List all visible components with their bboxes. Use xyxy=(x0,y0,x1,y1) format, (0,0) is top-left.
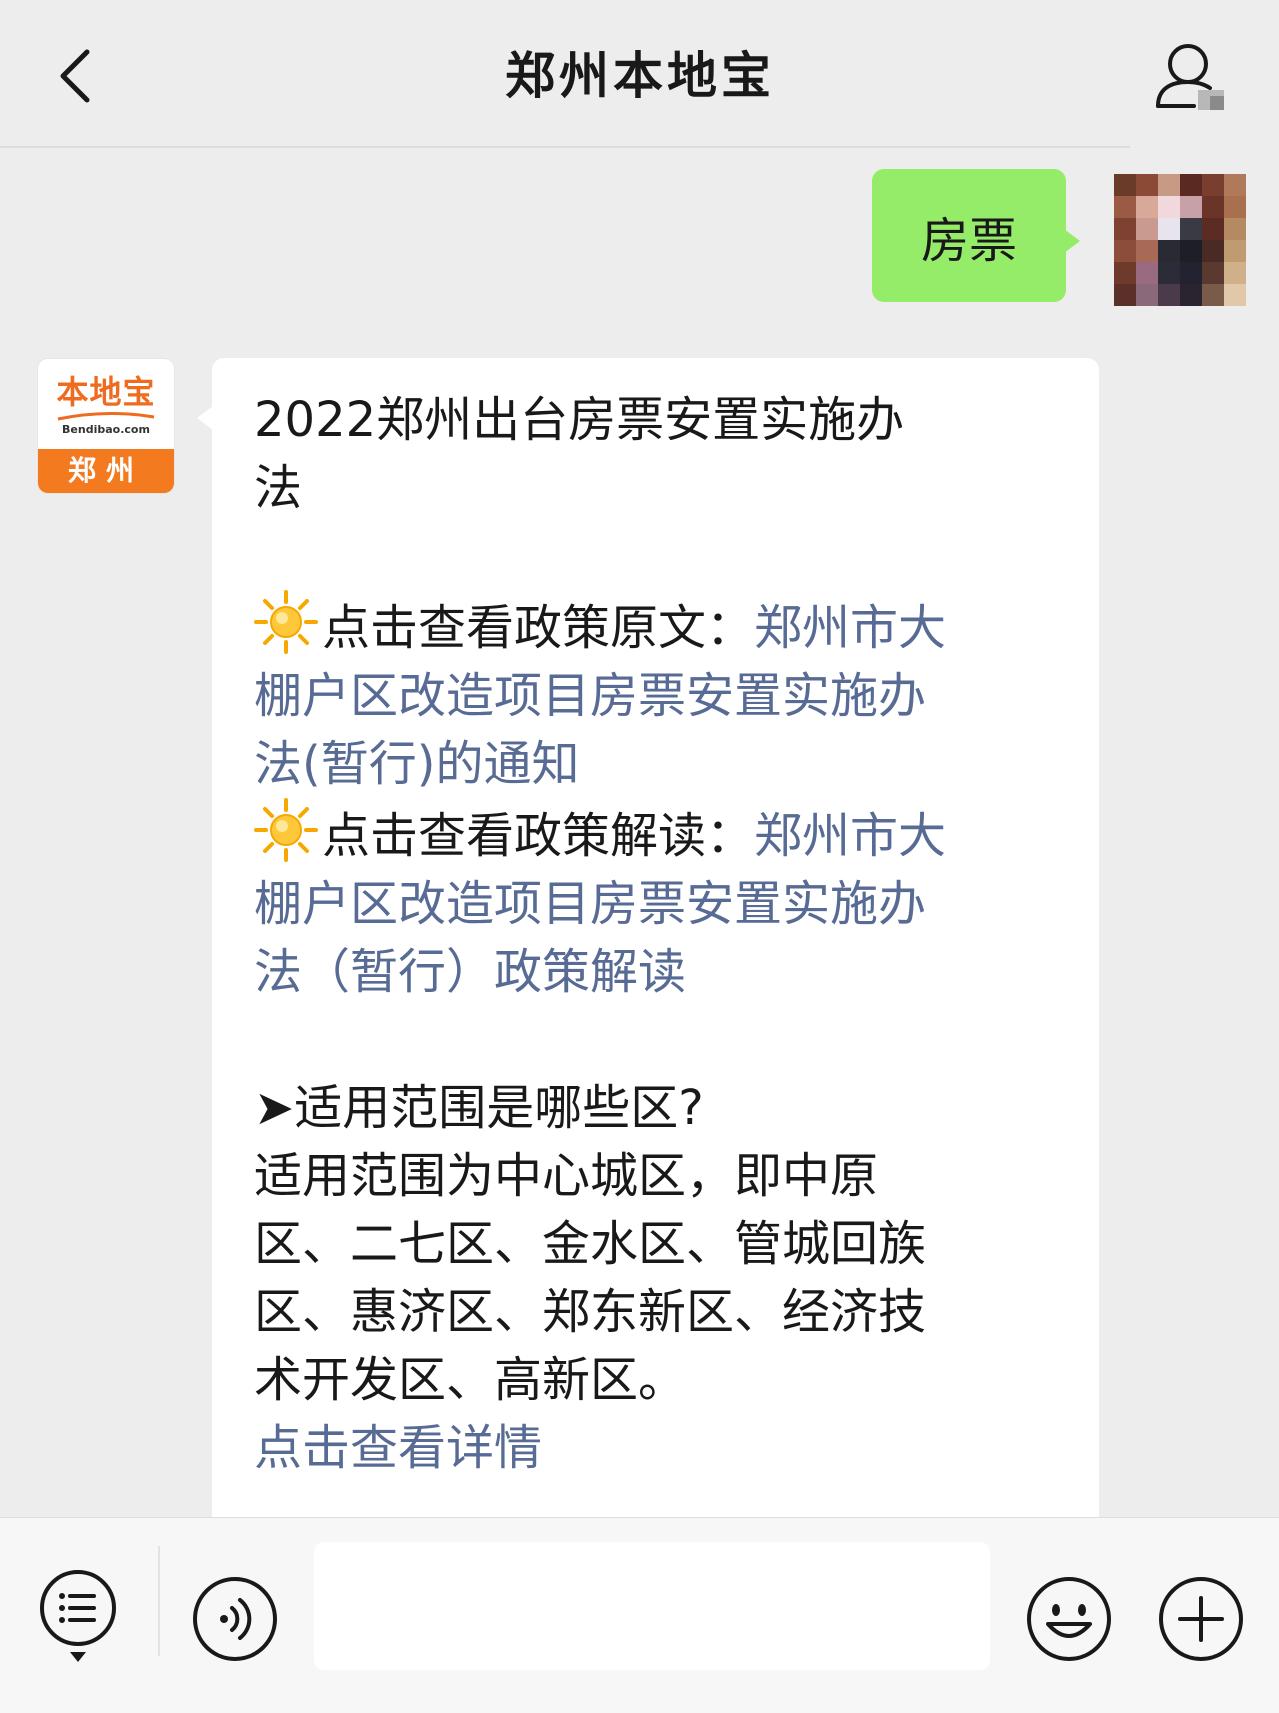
policy-interpretation-link[interactable]: 棚户区改造项目房票安置实施办 xyxy=(254,870,1066,938)
plus-icon xyxy=(1159,1577,1243,1661)
sun-icon xyxy=(254,798,318,862)
chevron-left-icon xyxy=(60,49,90,103)
policy-interpretation-link[interactable]: 郑州市大 xyxy=(754,808,946,864)
page-title: 郑州本地宝 xyxy=(505,47,775,105)
voice-button[interactable] xyxy=(190,1574,280,1664)
back-button[interactable] xyxy=(40,36,110,116)
policy-original-link[interactable]: 郑州市大 xyxy=(754,600,946,656)
scope-answer-line: 区、二七区、金水区、管城回族 xyxy=(254,1216,927,1272)
plus-button[interactable] xyxy=(1156,1574,1246,1664)
sun-icon xyxy=(254,590,318,654)
bot-avatar-domain: Bendibao.com xyxy=(62,423,150,436)
menu-list-icon xyxy=(40,1570,116,1662)
policy-interpretation-prefix: 点击查看政策解读： xyxy=(322,808,755,864)
person-icon xyxy=(1156,44,1224,110)
message-title-line: 2022郑州出台房票安置实施办 xyxy=(254,392,905,448)
scope-answer-line: 区、惠济区、郑东新区、经济技 xyxy=(254,1284,927,1340)
sent-message-text: 房票 xyxy=(920,212,1017,269)
chat-header: 郑州本地宝 xyxy=(0,0,1279,146)
policy-original-line: 点击查看政策原文：郑州市大 xyxy=(254,590,1066,662)
scope-answer-line: 适用范围为中心城区，即中原 xyxy=(254,1148,879,1204)
smiley-icon xyxy=(1027,1577,1111,1661)
input-bar xyxy=(0,1517,1279,1713)
policy-original-link[interactable]: 棚户区改造项目房票安置实施办 xyxy=(254,662,1066,730)
voice-icon xyxy=(193,1577,277,1661)
policy-original-prefix: 点击查看政策原文： xyxy=(322,600,755,656)
details-link[interactable]: 点击查看详情 xyxy=(254,1414,1066,1482)
swoosh-icon xyxy=(57,411,155,421)
policy-interpretation-line: 点击查看政策解读：郑州市大 xyxy=(254,798,1066,870)
message-input[interactable] xyxy=(314,1542,990,1670)
emoji-button[interactable] xyxy=(1024,1574,1114,1664)
policy-interpretation-link[interactable]: 法（暂行）政策解读 xyxy=(254,938,1066,1006)
menu-button[interactable] xyxy=(38,1568,118,1664)
profile-button[interactable] xyxy=(1148,38,1238,118)
chat-screen: 郑州本地宝 房票 本地宝 Bendibao.com 郑州 2022郑州出台房票安… xyxy=(0,0,1279,1713)
user-avatar[interactable] xyxy=(1114,174,1246,306)
bot-avatar[interactable]: 本地宝 Bendibao.com 郑州 xyxy=(38,359,174,493)
bot-avatar-logo-text: 本地宝 xyxy=(56,373,156,411)
received-message-bubble: 2022郑州出台房票安置实施办 法 点击查看政策原文：郑州市大 棚户区改造项目房… xyxy=(197,358,1099,1713)
policy-original-link[interactable]: 法(暂行)的通知 xyxy=(254,730,1066,798)
bot-avatar-city: 郑州 xyxy=(38,449,174,493)
message-title-line: 法 xyxy=(254,460,303,516)
header-divider xyxy=(0,146,1130,148)
received-message-content: 2022郑州出台房票安置实施办 法 点击查看政策原文：郑州市大 棚户区改造项目房… xyxy=(254,386,1066,1482)
sent-message-bubble[interactable]: 房票 xyxy=(872,169,1080,302)
scope-answer-line: 术开发区、高新区。 xyxy=(254,1352,687,1408)
scope-question: ➤适用范围是哪些区? xyxy=(254,1080,704,1136)
input-bar-divider xyxy=(158,1546,160,1656)
